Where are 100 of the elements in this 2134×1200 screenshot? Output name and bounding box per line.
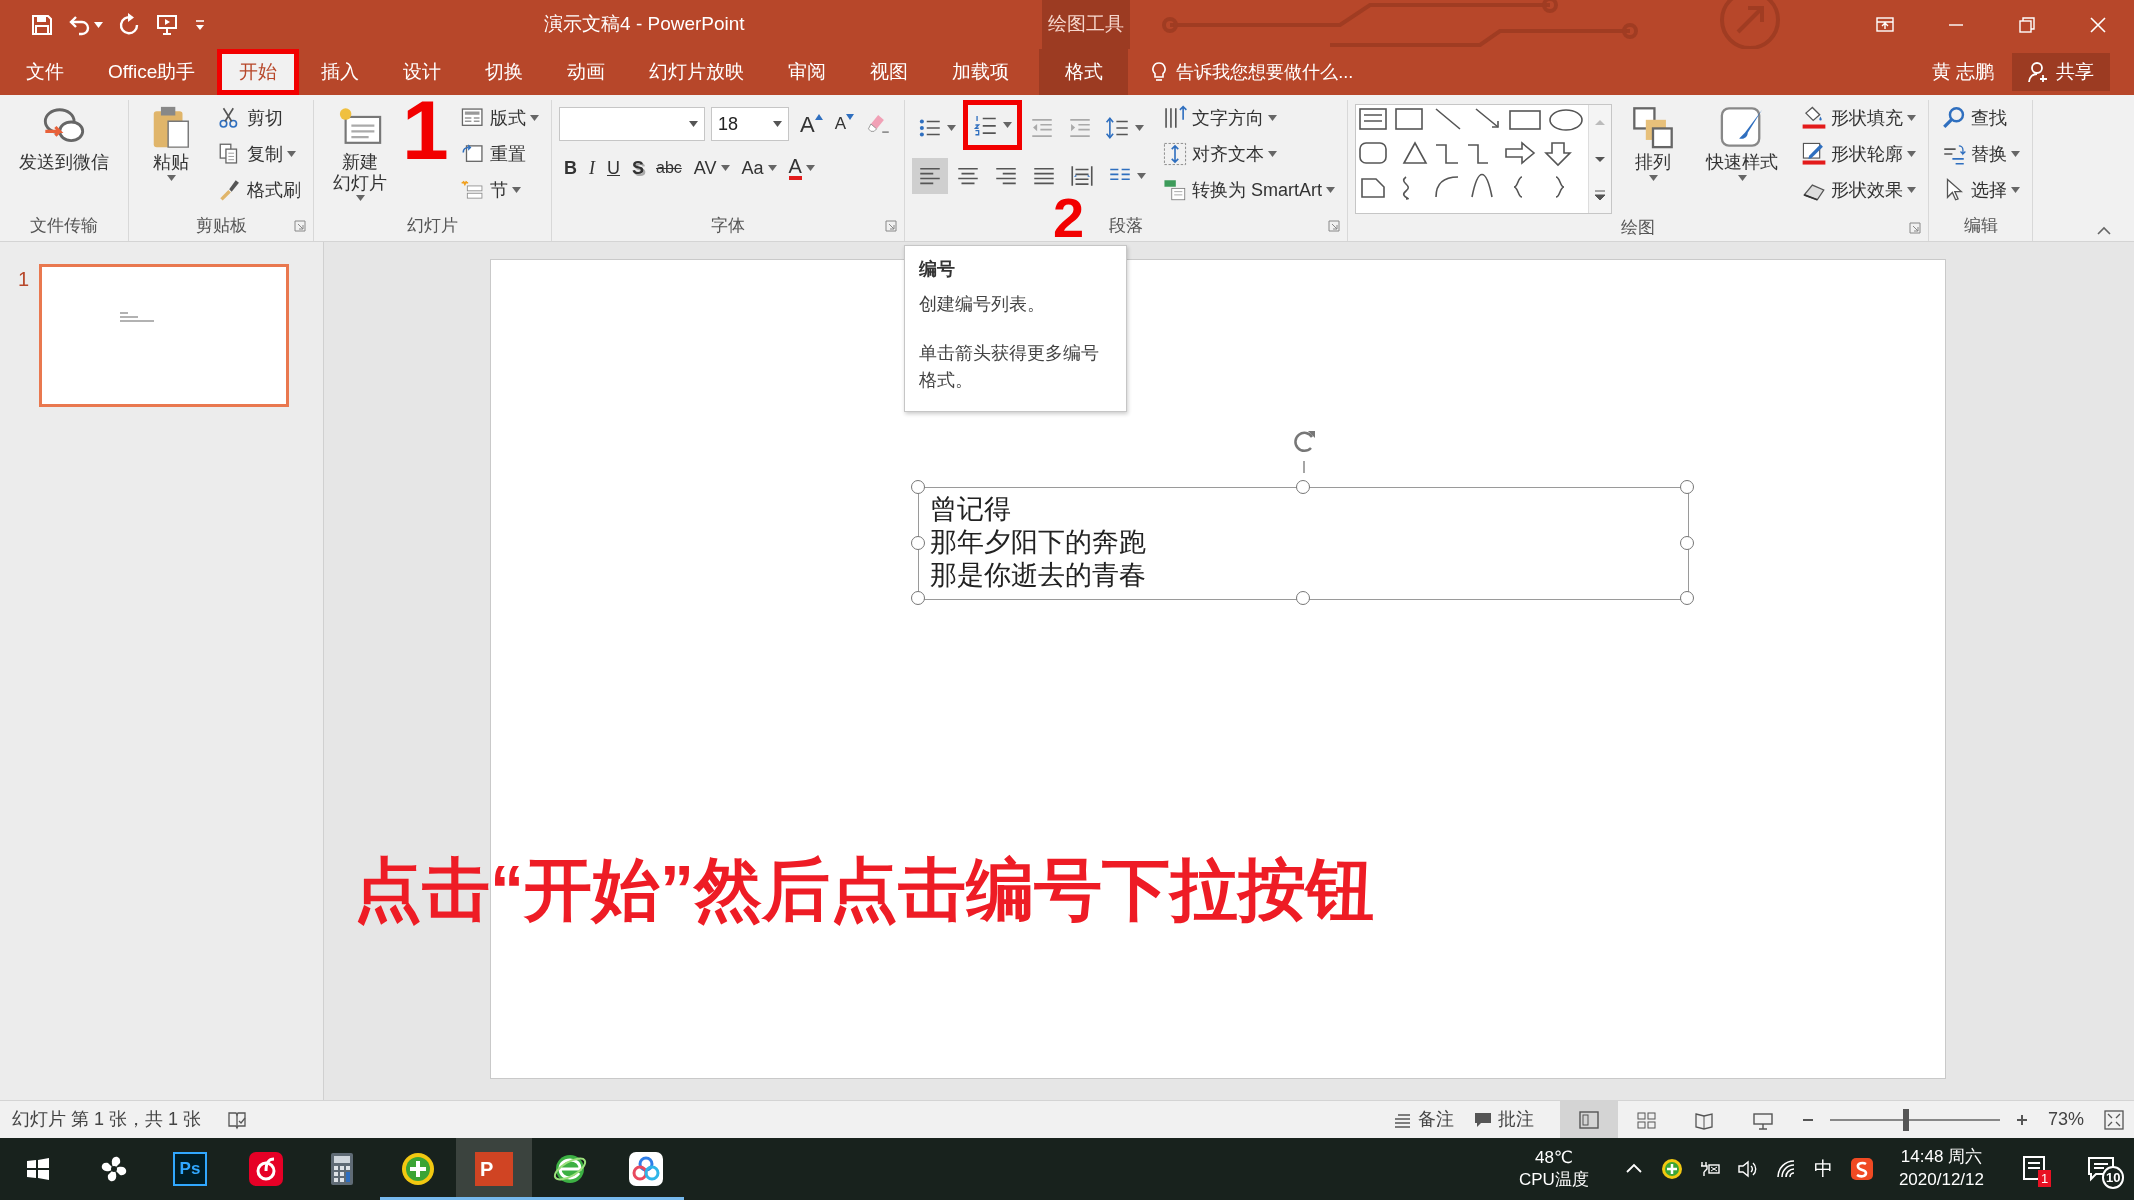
ribbon-tab[interactable]: 加载项 (930, 49, 1032, 95)
slide-thumbnail[interactable] (39, 264, 290, 407)
lightbulb-icon (1150, 61, 1169, 83)
clock-button[interactable]: 14:48 周六 2020/12/12 (1880, 1138, 2002, 1200)
ribbon-tab[interactable]: 审阅 (766, 49, 849, 95)
paste-button[interactable]: 粘贴 (136, 100, 206, 185)
zoom-slider-thumb[interactable] (1903, 1108, 1910, 1131)
clock-time: 14:48 周六 (1900, 1146, 1983, 1169)
window-title: 演示文稿4 - PowerPoint (543, 12, 746, 37)
resize-handle[interactable] (1295, 591, 1310, 605)
strikethrough-button[interactable]: abc (651, 150, 687, 186)
ribbon-tab[interactable]: 开始 (217, 49, 300, 95)
shrink-font-button[interactable]: A (829, 106, 860, 142)
caret-icon (1737, 174, 1747, 181)
quick-styles-button[interactable]: 快速样式 (1694, 100, 1791, 185)
shield-plus-icon (1660, 1158, 1683, 1180)
ribbon-tab[interactable]: 文件 (4, 49, 86, 95)
app-label: P (475, 1152, 513, 1186)
dialog-launcher-button[interactable] (294, 220, 306, 232)
text-direction-button[interactable]: 文字方向 (1157, 100, 1341, 136)
find-button[interactable]: 查找 (1936, 100, 2026, 136)
align-left-button[interactable] (912, 158, 949, 194)
ribbon-tab[interactable]: 插入 (299, 49, 382, 95)
select-button[interactable]: 选择 (1936, 172, 2026, 208)
ribbon-tab[interactable]: 视图 (848, 49, 931, 95)
dialog-launcher-button[interactable] (1909, 221, 1922, 234)
slide-number: 1 (18, 267, 30, 292)
ribbon-tab[interactable]: 格式 (1039, 49, 1129, 95)
shape-outline-button[interactable]: 形状轮廓 (1796, 136, 1922, 172)
layout-button[interactable]: 版式 (455, 100, 544, 136)
music-app-icon (248, 1151, 284, 1187)
copy-button[interactable]: 复制 (212, 136, 306, 172)
ribbon-tab[interactable]: Office助手 (86, 49, 218, 95)
arrange-button[interactable]: 排列 (1618, 100, 1689, 185)
input-method-button[interactable]: 中 (1804, 1138, 1843, 1200)
format-painter-button[interactable]: 格式刷 (212, 172, 306, 208)
underline-button[interactable]: U (602, 150, 625, 186)
resize-handle[interactable] (911, 591, 925, 605)
resize-handle[interactable] (911, 480, 925, 494)
caret-icon (1326, 187, 1336, 193)
tell-me-text[interactable]: 告诉我您想要做什么... (1176, 58, 1354, 86)
group-label: 剪贴板 (194, 215, 248, 238)
dialog-launcher-button[interactable] (1328, 220, 1341, 232)
resize-handle[interactable] (1295, 480, 1310, 494)
grow-font-button[interactable]: A (795, 106, 828, 142)
redo-button[interactable] (117, 12, 141, 37)
clock-date: 2020/12/12 (1898, 1169, 1984, 1191)
spacing-button[interactable]: AV (688, 150, 735, 186)
cut-button[interactable]: 剪切 (212, 100, 306, 136)
dialog-launcher-button[interactable] (885, 220, 898, 232)
taskbar-app-button[interactable]: Ps (152, 1138, 228, 1200)
save-button[interactable] (30, 12, 54, 37)
reset-button[interactable]: 重置 (455, 136, 544, 172)
new-slide-button[interactable]: 新建 幻灯片 (321, 100, 399, 206)
caret-icon (2011, 187, 2021, 193)
align-text-button[interactable]: 对齐文本 (1157, 136, 1341, 172)
shadow-button[interactable]: S (627, 150, 649, 186)
resize-handle[interactable] (1680, 535, 1694, 550)
caret-icon (767, 165, 777, 171)
caret-icon (1907, 115, 1917, 121)
replace-button[interactable]: 替换 (1936, 136, 2026, 172)
caret-icon (1648, 174, 1658, 181)
caret-icon (166, 174, 176, 181)
zoom-level-button[interactable]: 73% (2037, 1100, 2094, 1139)
ribbon-tab[interactable]: 幻灯片放映 (627, 49, 767, 95)
numbering-button[interactable] (963, 100, 1023, 150)
tooltip-title: 编号 (919, 258, 956, 281)
resize-handle[interactable] (1680, 480, 1694, 494)
share-button[interactable]: 共享 (2012, 53, 2110, 91)
caret-icon (355, 195, 365, 202)
user-name: 黄 志鹏 (1931, 59, 1994, 84)
caret-icon (1907, 187, 1917, 193)
wechat-button[interactable]: 发送到微信 (7, 100, 121, 177)
gallery-more-button[interactable] (1589, 177, 1612, 213)
caret-icon (947, 125, 957, 131)
ribbon-tab[interactable]: 动画 (545, 49, 628, 95)
message-button[interactable]: 1 (2002, 1138, 2068, 1200)
taskbar-app-button[interactable]: P (456, 1138, 532, 1200)
smartart-button[interactable]: 转换为 SmartArt (1157, 172, 1341, 208)
comments-button[interactable]: 批注 (1463, 1100, 1544, 1139)
shape-fill-button[interactable]: 形状填充 (1796, 100, 1922, 136)
customize-toolbar-button[interactable] (193, 17, 207, 32)
thumbnail-text-drawing (120, 311, 155, 324)
ribbon-tab[interactable]: 切换 (463, 49, 546, 95)
notes-button[interactable]: 备注 (1383, 1100, 1464, 1139)
shape-effects-button[interactable]: 形状效果 (1796, 172, 1922, 208)
more-icon (1593, 189, 1608, 201)
action-center-button[interactable]: 10 (2068, 1138, 2134, 1200)
resize-handle[interactable] (1680, 591, 1694, 605)
resize-handle[interactable] (911, 535, 925, 550)
change-case-button[interactable]: Aa (736, 150, 782, 186)
section-button[interactable]: 节 (455, 172, 544, 208)
text-line: 那年夕阳下的奔跑 (930, 526, 1147, 559)
caret-icon (1003, 122, 1013, 128)
app-label: Ps (173, 1152, 207, 1186)
start-presentation-button[interactable] (155, 12, 179, 37)
view-button[interactable] (1559, 1100, 1618, 1139)
bold-button[interactable]: B (559, 150, 582, 186)
font-color-button[interactable]: A (783, 150, 820, 186)
italic-button[interactable]: I (584, 150, 600, 186)
